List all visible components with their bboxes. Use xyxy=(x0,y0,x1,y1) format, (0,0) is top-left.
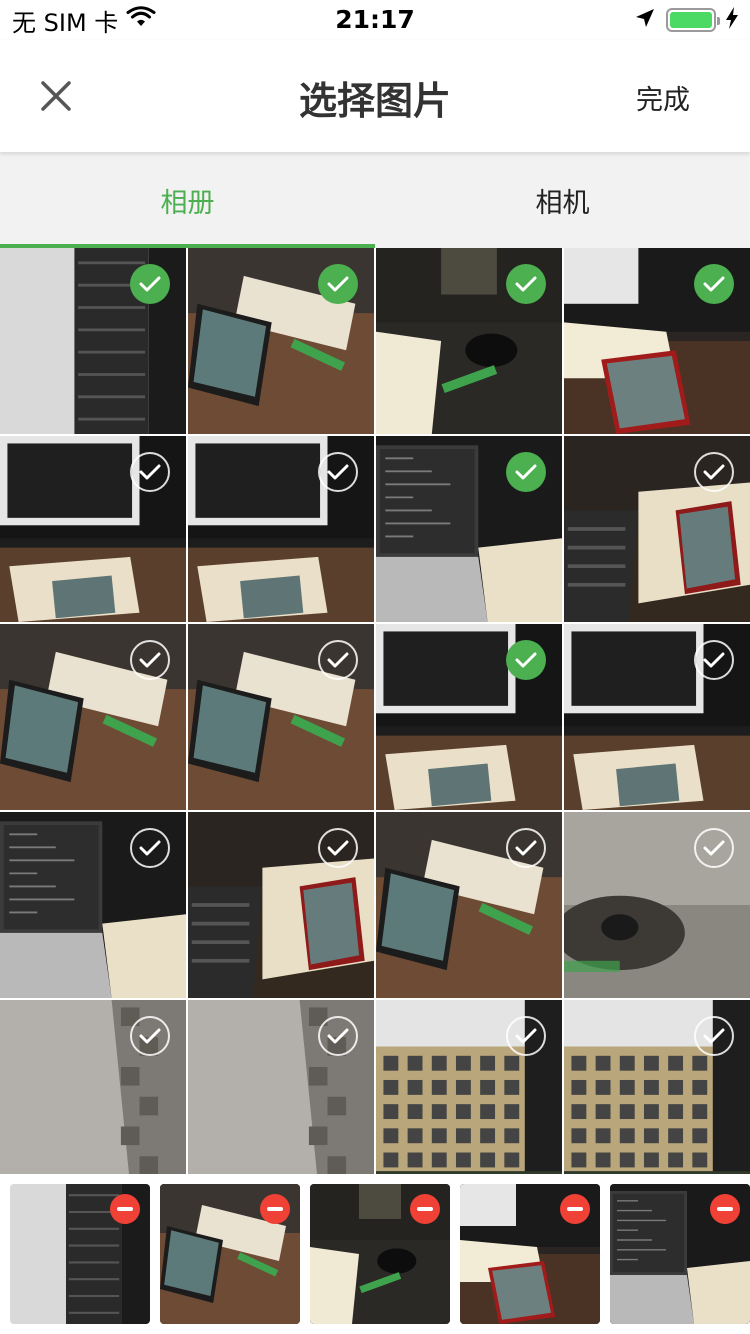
checkmark-unselected-icon[interactable] xyxy=(318,452,358,492)
checkmark-unselected-icon[interactable] xyxy=(694,640,734,680)
checkmark-unselected-icon[interactable] xyxy=(318,1016,358,1056)
remove-icon[interactable] xyxy=(110,1194,140,1224)
checkmark-selected-icon[interactable] xyxy=(130,264,170,304)
status-bar: 无 SIM 卡 21:17 xyxy=(0,0,750,40)
photo-cell[interactable] xyxy=(376,1000,562,1174)
photo-cell[interactable] xyxy=(0,812,186,998)
photo-cell[interactable] xyxy=(376,248,562,434)
photo-cell[interactable] xyxy=(376,436,562,622)
done-button[interactable]: 完成 xyxy=(636,78,690,117)
checkmark-unselected-icon[interactable] xyxy=(130,640,170,680)
status-right xyxy=(634,6,738,34)
selected-thumbnail[interactable] xyxy=(610,1184,750,1324)
checkmark-unselected-icon[interactable] xyxy=(694,1016,734,1056)
photo-cell[interactable] xyxy=(376,812,562,998)
photo-cell[interactable] xyxy=(0,248,186,434)
photo-cell[interactable] xyxy=(188,248,374,434)
location-arrow-icon xyxy=(634,7,656,33)
checkmark-selected-icon[interactable] xyxy=(506,452,546,492)
photo-cell[interactable] xyxy=(564,624,750,810)
checkmark-unselected-icon[interactable] xyxy=(318,640,358,680)
selected-thumbnail[interactable] xyxy=(10,1184,150,1324)
remove-icon[interactable] xyxy=(410,1194,440,1224)
charging-bolt-icon xyxy=(726,7,738,33)
selected-thumbnail[interactable] xyxy=(160,1184,300,1324)
photo-cell[interactable] xyxy=(564,812,750,998)
photo-cell[interactable] xyxy=(188,624,374,810)
battery-icon xyxy=(666,8,720,32)
checkmark-selected-icon[interactable] xyxy=(506,640,546,680)
selected-thumbnail[interactable] xyxy=(460,1184,600,1324)
checkmark-unselected-icon[interactable] xyxy=(318,828,358,868)
photo-cell[interactable] xyxy=(0,1000,186,1174)
photo-cell[interactable] xyxy=(188,1000,374,1174)
nav-bar: 选择图片 完成 xyxy=(0,40,750,152)
checkmark-unselected-icon[interactable] xyxy=(130,828,170,868)
checkmark-unselected-icon[interactable] xyxy=(130,452,170,492)
photo-cell[interactable] xyxy=(376,624,562,810)
photo-cell[interactable] xyxy=(188,436,374,622)
checkmark-selected-icon[interactable] xyxy=(694,264,734,304)
photo-grid xyxy=(0,248,750,1174)
tab-album[interactable]: 相册 xyxy=(0,152,375,248)
photo-cell[interactable] xyxy=(564,1000,750,1174)
selected-thumbnail[interactable] xyxy=(310,1184,450,1324)
tab-bar: 相册 相机 xyxy=(0,152,750,248)
checkmark-selected-icon[interactable] xyxy=(506,264,546,304)
checkmark-unselected-icon[interactable] xyxy=(694,828,734,868)
remove-icon[interactable] xyxy=(560,1194,590,1224)
checkmark-selected-icon[interactable] xyxy=(318,264,358,304)
photo-cell[interactable] xyxy=(188,812,374,998)
checkmark-unselected-icon[interactable] xyxy=(506,828,546,868)
tab-camera[interactable]: 相机 xyxy=(375,152,750,248)
photo-cell[interactable] xyxy=(0,624,186,810)
remove-icon[interactable] xyxy=(260,1194,290,1224)
checkmark-unselected-icon[interactable] xyxy=(506,1016,546,1056)
selected-photos-strip xyxy=(0,1174,750,1334)
checkmark-unselected-icon[interactable] xyxy=(130,1016,170,1056)
photo-cell[interactable] xyxy=(564,436,750,622)
checkmark-unselected-icon[interactable] xyxy=(694,452,734,492)
photo-cell[interactable] xyxy=(564,248,750,434)
battery-fill xyxy=(670,12,712,28)
photo-cell[interactable] xyxy=(0,436,186,622)
remove-icon[interactable] xyxy=(710,1194,740,1224)
